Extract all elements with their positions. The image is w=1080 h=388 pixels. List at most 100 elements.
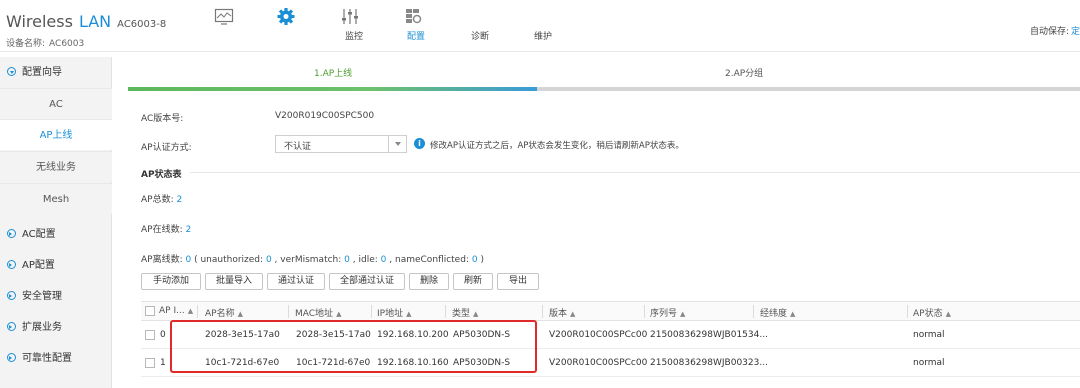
col-ap-name[interactable]: AP名称 ▲	[205, 306, 243, 319]
device-name-label: 设备名称:	[6, 39, 46, 49]
nav-config-label: 配置	[407, 32, 426, 42]
ac-version-label: AC版本号:	[141, 114, 184, 124]
column-divider[interactable]	[907, 305, 908, 318]
select-all-checkbox[interactable]	[145, 306, 155, 316]
ap-offline-count: 0	[185, 255, 192, 265]
device-name-row: 设备名称: AC6003	[6, 36, 84, 49]
refresh-button[interactable]: 刷新	[453, 273, 493, 290]
cell-serial: 21500836298WJB00323...	[650, 358, 768, 368]
col-ip-label: IP地址	[377, 309, 404, 319]
nav-monitor[interactable]: 监控	[204, 8, 363, 42]
auth-mode-select[interactable]: 不认证	[275, 135, 407, 153]
col-mac-label: MAC地址	[295, 309, 334, 319]
offline-detail-open: ( unauthorized:	[194, 255, 264, 265]
cell-status: normal	[913, 358, 945, 368]
autosave-link[interactable]: 定	[1071, 27, 1080, 37]
sidebar-item-label: 扩展业务	[22, 322, 62, 333]
nav-config[interactable]: 配置	[266, 8, 425, 42]
col-serial[interactable]: 序列号 ▲	[650, 306, 685, 319]
top-header: Wireless LAN AC6003-8 设备名称: AC6003 监控 配置 诊断…	[0, 0, 1080, 52]
approve-all-button[interactable]: 全部通过认证	[329, 273, 405, 290]
ap-online-row: AP在线数: 2	[141, 222, 191, 235]
sidebar-item-security[interactable]: 安全管理	[0, 281, 112, 312]
sidebar-item-label: 安全管理	[22, 291, 62, 302]
sidebar-item-config-wizard[interactable]: 配置向导	[0, 57, 112, 88]
brand-prefix: Wireless	[6, 12, 73, 31]
device-model: AC6003-8	[117, 19, 167, 30]
nav-maintain-label: 维护	[534, 32, 553, 42]
nav-diagnose-label: 诊断	[471, 32, 490, 42]
column-divider[interactable]	[445, 305, 446, 318]
highlight-box	[170, 320, 537, 373]
row-checkbox[interactable]	[145, 358, 155, 368]
column-divider[interactable]	[197, 305, 198, 318]
col-status[interactable]: AP状态 ▲	[913, 306, 951, 319]
sidebar-item-mesh[interactable]: Mesh	[0, 183, 112, 214]
vermismatch-count: 0	[344, 255, 350, 265]
col-type-label: 类型	[452, 309, 471, 319]
sort-icon: ▲	[187, 307, 194, 315]
batch-import-button[interactable]: 批量导入	[205, 273, 263, 290]
sidebar-item-ap-config[interactable]: AP配置	[0, 250, 112, 281]
sort-icon: ▲	[570, 310, 576, 318]
autosave: 自动保存: 定	[1030, 24, 1080, 37]
nav-monitor-label: 监控	[345, 32, 364, 42]
chevron-right-icon	[9, 232, 12, 236]
manual-add-button[interactable]: 手动添加	[141, 273, 201, 290]
brand: Wireless LAN AC6003-8	[6, 12, 166, 31]
col-version[interactable]: 版本 ▲	[549, 306, 575, 319]
wizard-step-2[interactable]: 2.AP分组	[725, 66, 763, 79]
sidebar-item-ac-config[interactable]: AC配置	[0, 219, 112, 250]
sort-icon: ▲	[680, 310, 686, 318]
sort-icon: ▲	[473, 310, 479, 318]
sidebar-item-extended[interactable]: 扩展业务	[0, 312, 112, 343]
nameconflict-label: , nameConflicted:	[389, 255, 469, 265]
ap-total-count: 2	[176, 195, 183, 205]
sidebar-item-label: AP配置	[22, 260, 55, 271]
sidebar-item-ap-online[interactable]: AP上线	[0, 119, 112, 150]
chevron-down-icon	[10, 71, 14, 74]
nav-diagnose[interactable]: 诊断	[330, 8, 489, 42]
column-divider[interactable]	[542, 305, 543, 318]
sidebar-item-reliability[interactable]: 可靠性配置	[0, 343, 112, 374]
auth-mode-label: AP认证方式:	[141, 143, 192, 153]
cell-version: V200R010C00SPCc00	[549, 330, 648, 340]
row-checkbox[interactable]	[145, 330, 155, 340]
device-name-value: AC6003	[49, 39, 85, 49]
column-divider[interactable]	[288, 305, 289, 318]
column-divider[interactable]	[644, 305, 645, 318]
col-ap-name-label: AP名称	[205, 309, 235, 319]
ap-offline-label: AP离线数:	[141, 255, 183, 265]
col-serial-label: 序列号	[650, 309, 678, 319]
sliders-icon	[340, 8, 360, 25]
offline-detail-close: )	[480, 255, 484, 265]
column-divider[interactable]	[371, 305, 372, 318]
chevron-down-icon[interactable]	[388, 136, 406, 152]
vermismatch-label: , verMismatch:	[274, 255, 342, 265]
col-ap-id[interactable]: AP I... ▲	[159, 306, 193, 316]
nav-maintain[interactable]: 维护	[393, 8, 552, 42]
monitor-icon	[214, 8, 234, 25]
sidebar-item-ac[interactable]: AC	[0, 88, 112, 119]
sidebar-item-label: 无线业务	[36, 162, 76, 173]
divider	[190, 172, 1080, 173]
idle-count: 0	[380, 255, 387, 265]
wizard-progress-bar	[128, 87, 1080, 91]
col-type[interactable]: 类型 ▲	[452, 306, 478, 319]
delete-button[interactable]: 删除	[409, 273, 449, 290]
sidebar-item-label: 配置向导	[22, 67, 62, 78]
sidebar-item-label: AC	[49, 99, 63, 110]
col-mac[interactable]: MAC地址 ▲	[295, 306, 341, 319]
column-divider[interactable]	[753, 305, 754, 318]
sidebar: 配置向导 AC AP上线 无线业务 Mesh AC配置 AP配置 安全管理 扩展…	[0, 57, 112, 388]
auth-mode-selected: 不认证	[284, 142, 312, 152]
approve-button[interactable]: 通过认证	[267, 273, 325, 290]
wizard-step-1[interactable]: 1.AP上线	[314, 66, 352, 79]
sidebar-item-wireless-service[interactable]: 无线业务	[0, 151, 112, 182]
ap-table-header: AP I... ▲ AP名称 ▲ MAC地址 ▲ IP地址 ▲ 类型 ▲ 版本 ▲ 序列号 ▲…	[141, 301, 1080, 321]
col-geo[interactable]: 经纬度 ▲	[760, 306, 795, 319]
export-button[interactable]: 导出	[497, 273, 539, 290]
chevron-right-icon	[9, 263, 12, 267]
auth-mode-hint: 修改AP认证方式之后，AP状态会发生变化，稍后请刷新AP状态表。	[430, 141, 684, 151]
col-ip[interactable]: IP地址 ▲	[377, 306, 411, 319]
